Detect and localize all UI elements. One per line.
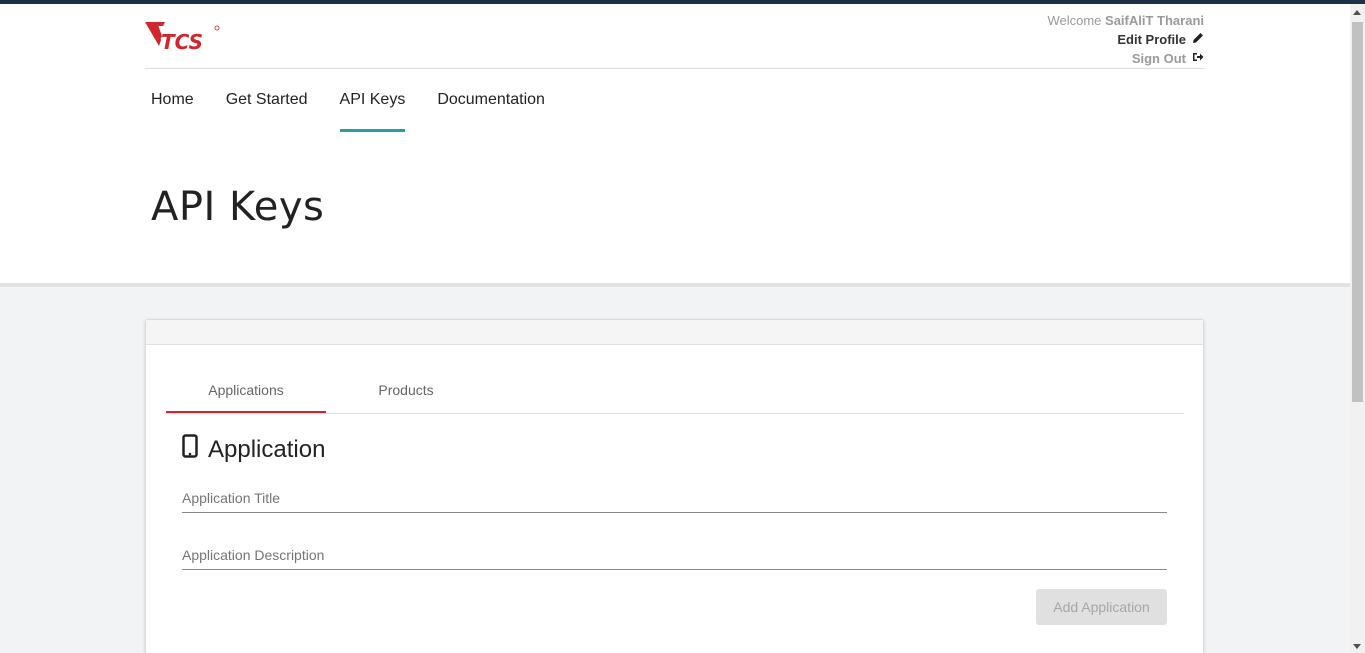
application-description-input[interactable] — [182, 547, 1167, 563]
applications-card: Applications Products Application Add Ap… — [145, 319, 1204, 653]
sign-out-icon — [1192, 49, 1204, 68]
edit-profile-label: Edit Profile — [1117, 32, 1186, 47]
card-header — [146, 320, 1203, 345]
section-heading: Application — [182, 434, 325, 465]
card-tabs: Applications Products — [166, 370, 1184, 414]
sign-out-label: Sign Out — [1131, 51, 1186, 66]
user-menu: Welcome SaifAliT Tharani Edit Profile Si… — [1047, 11, 1204, 68]
section-title: Application — [208, 435, 326, 463]
nav-item-api-keys[interactable]: API Keys — [339, 90, 406, 132]
application-description-field — [182, 547, 1167, 570]
svg-text:TCS: TCS — [161, 30, 203, 54]
header-divider — [145, 68, 1205, 69]
application-title-input[interactable] — [182, 490, 1167, 506]
nav-item-documentation[interactable]: Documentation — [437, 90, 545, 132]
sign-out-link[interactable]: Sign Out — [1047, 49, 1204, 68]
add-application-button[interactable]: Add Application — [1036, 589, 1167, 625]
edit-profile-link[interactable]: Edit Profile — [1047, 30, 1204, 49]
scroll-up-arrow-icon[interactable] — [1353, 10, 1361, 15]
username: SaifAliT Tharani — [1105, 13, 1204, 28]
page-header: TCS Welcome SaifAliT Tharani Edit Profil… — [0, 4, 1350, 287]
nav-item-home[interactable]: Home — [151, 90, 194, 132]
nav-item-get-started[interactable]: Get Started — [226, 90, 308, 132]
tcs-logo[interactable]: TCS — [145, 18, 237, 58]
application-title-field — [182, 490, 1167, 513]
mobile-phone-icon — [182, 434, 198, 465]
vertical-scrollbar[interactable] — [1350, 4, 1365, 653]
main-nav: Home Get Started API Keys Documentation — [151, 90, 577, 132]
pencil-icon — [1192, 30, 1204, 49]
page-title: API Keys — [151, 184, 325, 230]
scroll-thumb[interactable] — [1352, 22, 1363, 402]
scroll-down-arrow-icon[interactable] — [1353, 644, 1361, 649]
welcome-label: Welcome — [1047, 13, 1102, 28]
tab-applications[interactable]: Applications — [166, 370, 326, 413]
tab-products[interactable]: Products — [326, 370, 486, 413]
welcome-line: Welcome SaifAliT Tharani — [1047, 11, 1204, 30]
